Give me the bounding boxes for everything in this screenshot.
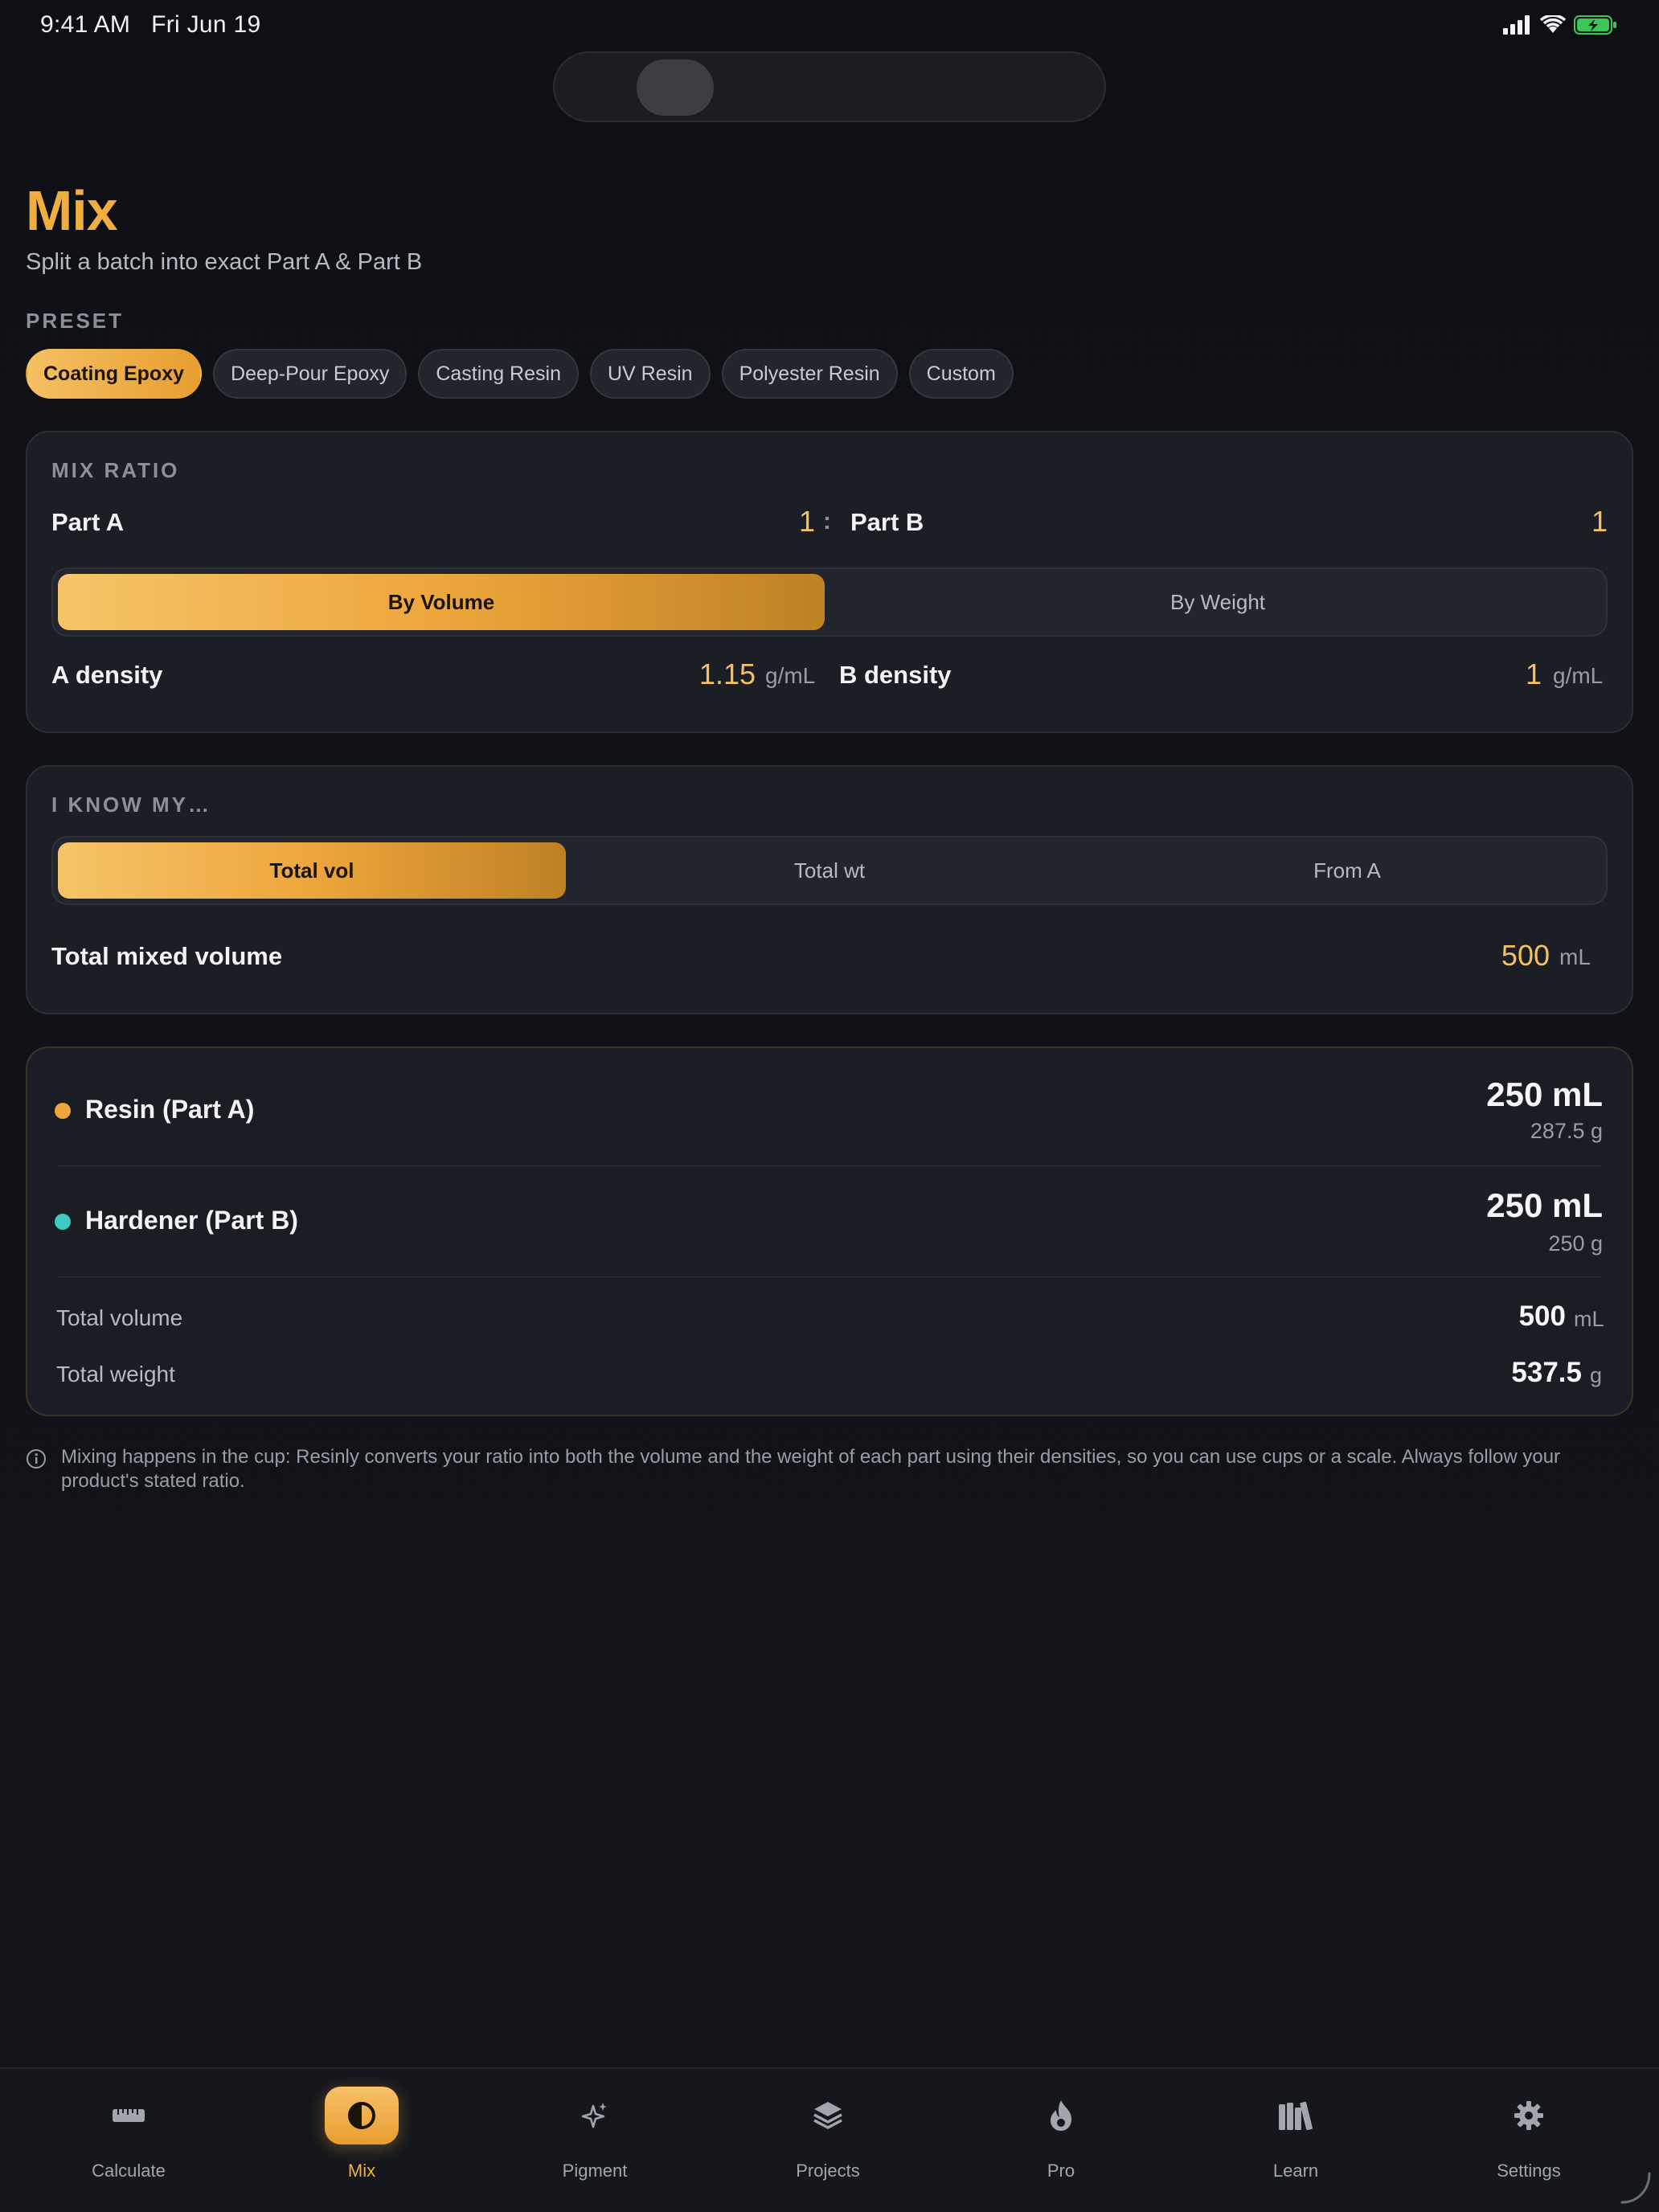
total-mixed-volume-unit: mL xyxy=(1559,944,1591,969)
total-volume-label: Total volume xyxy=(56,1305,183,1330)
hardener-volume-value: 250 mL xyxy=(1486,1186,1603,1224)
cellular-signal-icon xyxy=(1503,15,1530,35)
half-circle-icon xyxy=(325,2087,399,2144)
total-volume-unit: mL xyxy=(1574,1307,1604,1331)
a-density-input[interactable]: 1.15 xyxy=(595,657,756,691)
b-density-unit: g/mL xyxy=(1553,663,1604,688)
resin-volume-value: 250 mL xyxy=(1486,1075,1603,1113)
total-vol-option[interactable]: Total vol xyxy=(58,842,566,899)
tab-calculate[interactable]: Calculate xyxy=(48,2069,209,2212)
status-time: 9:41 AM xyxy=(40,11,131,38)
preset-chip-deep-pour-epoxy[interactable]: Deep-Pour Epoxy xyxy=(213,349,408,399)
results-divider xyxy=(56,1276,1603,1277)
from-a-option[interactable]: From A xyxy=(1090,842,1604,899)
tab-mix[interactable]: Mix xyxy=(281,2069,442,2212)
preset-chip-casting-resin[interactable]: Casting Resin xyxy=(418,349,579,399)
preset-chip-uv-resin[interactable]: UV Resin xyxy=(589,349,711,399)
status-time-date: 9:41 AM Fri Jun 19 xyxy=(40,11,260,39)
battery-charging-icon xyxy=(1574,15,1616,35)
total-weight-label: Total weight xyxy=(56,1362,175,1387)
preset-section-label: PRESET xyxy=(26,309,125,333)
info-icon xyxy=(27,1449,46,1469)
mix-ratio-label: MIX RATIO xyxy=(51,458,180,482)
page-subtitle: Split a batch into exact Part A & Part B xyxy=(26,249,423,275)
resin-part-a-label: Resin (Part A) xyxy=(85,1095,255,1124)
multitasking-handle[interactable] xyxy=(637,59,714,116)
by-volume-option[interactable]: By Volume xyxy=(58,574,825,630)
page-title: Mix xyxy=(26,179,118,242)
results-divider xyxy=(56,1165,1603,1166)
tab-pigment-label: Pigment xyxy=(562,2161,628,2181)
wifi-icon xyxy=(1540,15,1566,33)
mixing-info-note: Mixing happens in the cup: Resinly conve… xyxy=(61,1446,1561,1492)
resin-weight-value: 287.5 g xyxy=(1530,1119,1603,1143)
total-weight-unit: g xyxy=(1590,1363,1603,1387)
total-weight-value: 537.5 xyxy=(1511,1357,1582,1388)
multitasking-control[interactable] xyxy=(553,51,1106,122)
hardener-color-dot xyxy=(55,1214,71,1230)
preset-chip-custom[interactable]: Custom xyxy=(908,349,1014,399)
resin-color-dot xyxy=(55,1103,71,1119)
total-wt-option[interactable]: Total wt xyxy=(572,842,1087,899)
tab-mix-label: Mix xyxy=(347,2161,376,2181)
total-volume-value: 500 xyxy=(1518,1301,1566,1332)
part-a-ratio-input[interactable]: 1 xyxy=(654,505,815,539)
tab-projects-label: Projects xyxy=(796,2161,860,2181)
total-mixed-volume-input[interactable]: 500 xyxy=(1309,939,1550,973)
flame-icon xyxy=(1024,2087,1098,2144)
gear-icon xyxy=(1492,2087,1566,2144)
part-a-label: Part A xyxy=(51,508,125,536)
tab-projects[interactable]: Projects xyxy=(748,2069,908,2212)
tab-settings-label: Settings xyxy=(1497,2161,1561,2181)
a-density-label: A density xyxy=(51,661,163,689)
tab-calculate-label: Calculate xyxy=(92,2161,166,2181)
tab-pro-label: Pro xyxy=(1047,2161,1075,2181)
mix-ratio-card: MIX RATIO Part A 1 : Part B 1 By Volume … xyxy=(26,431,1633,733)
part-b-label: Part B xyxy=(850,508,924,536)
layers-icon xyxy=(791,2087,865,2144)
tab-pigment[interactable]: Pigment xyxy=(514,2069,675,2212)
ratio-separator: : xyxy=(823,508,831,535)
results-card: Resin (Part A) 250 mL 287.5 g Hardener (… xyxy=(26,1047,1633,1416)
ruler-icon xyxy=(92,2087,166,2144)
a-density-unit: g/mL xyxy=(765,663,816,688)
b-density-label: B density xyxy=(839,661,952,689)
tab-bar: Calculate Mix Pigment Projects Pro Learn… xyxy=(0,2067,1659,2212)
known-quantity-segmented-control: Total vol Total wt From A xyxy=(51,836,1608,905)
status-date: Fri Jun 19 xyxy=(151,11,261,38)
by-weight-option[interactable]: By Weight xyxy=(833,574,1603,630)
total-mixed-volume-label: Total mixed volume xyxy=(51,942,283,970)
ratio-mode-segmented-control: By Volume By Weight xyxy=(51,567,1608,637)
status-bar: 9:41 AM Fri Jun 19 xyxy=(0,0,1659,51)
i-know-my-label: I KNOW MY… xyxy=(51,793,211,817)
tab-learn-label: Learn xyxy=(1272,2161,1319,2181)
part-b-ratio-input[interactable]: 1 xyxy=(1447,505,1608,539)
i-know-my-card: I KNOW MY… Total vol Total wt From A Tot… xyxy=(26,765,1633,1014)
resize-corner-icon xyxy=(1620,2172,1651,2204)
preset-chip-polyester-resin[interactable]: Polyester Resin xyxy=(721,349,898,399)
books-icon xyxy=(1259,2087,1333,2144)
preset-chip-coating-epoxy[interactable]: Coating Epoxy xyxy=(26,349,203,399)
sparkle-icon xyxy=(558,2087,632,2144)
b-density-input[interactable]: 1 xyxy=(1381,657,1542,691)
tab-learn[interactable]: Learn xyxy=(1215,2069,1376,2212)
tab-settings[interactable]: Settings xyxy=(1448,2069,1609,2212)
hardener-part-b-label: Hardener (Part B) xyxy=(85,1206,298,1235)
tab-pro[interactable]: Pro xyxy=(981,2069,1141,2212)
preset-chips: Coating Epoxy Deep-Pour Epoxy Casting Re… xyxy=(26,349,1014,399)
status-icons xyxy=(1503,14,1619,35)
hardener-weight-value: 250 g xyxy=(1548,1231,1603,1256)
